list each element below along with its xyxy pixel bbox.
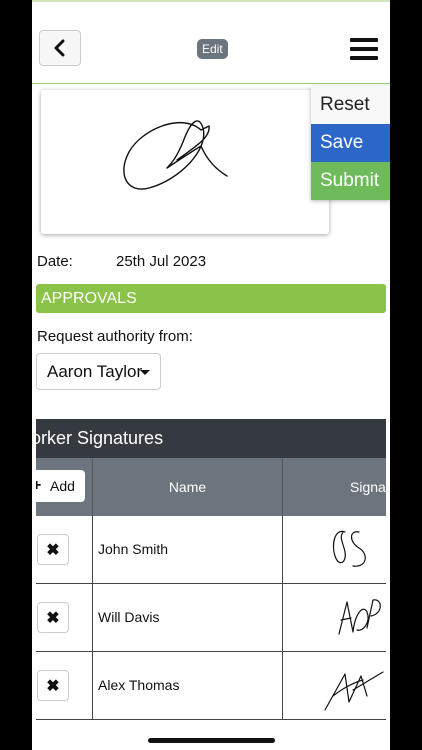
date-label: Date: xyxy=(37,253,73,270)
delete-row-button[interactable]: ✖ xyxy=(37,670,69,701)
signature-image xyxy=(332,530,366,567)
authority-select[interactable]: Aaron Taylor xyxy=(36,353,161,390)
back-button[interactable] xyxy=(39,30,81,66)
delete-cell: ✖ xyxy=(36,584,92,651)
delete-row-button[interactable]: ✖ xyxy=(37,534,69,565)
caret-down-icon xyxy=(140,370,150,375)
add-label: Add xyxy=(50,478,75,494)
worker-signatures-title: orker Signatures xyxy=(36,428,164,448)
add-worker-button[interactable]: + Add xyxy=(36,470,85,502)
submit-button[interactable]: Submit xyxy=(311,162,390,200)
chevron-left-icon xyxy=(54,39,65,57)
hamburger-icon-bar xyxy=(350,56,378,60)
hamburger-icon xyxy=(350,38,378,42)
close-icon: ✖ xyxy=(46,541,60,559)
home-indicator xyxy=(148,738,275,743)
worker-signatures-header: orker Signatures xyxy=(36,419,386,458)
worker-name: Alex Thomas xyxy=(92,652,283,719)
signature-image xyxy=(324,671,384,711)
worker-name: John Smith xyxy=(92,516,283,583)
reset-button[interactable]: Reset xyxy=(311,86,390,124)
worker-signature[interactable] xyxy=(283,652,386,719)
signature-image xyxy=(338,599,381,635)
worker-signature[interactable] xyxy=(283,584,386,651)
worker-signature[interactable] xyxy=(283,516,386,583)
signature-pad[interactable] xyxy=(41,90,329,234)
delete-cell: ✖ xyxy=(36,652,92,719)
top-bar: Edit xyxy=(32,0,390,84)
worker-name: Will Davis xyxy=(92,584,283,651)
authority-selected-value: Aaron Taylor xyxy=(47,362,143,381)
request-authority-label: Request authority from: xyxy=(37,328,193,345)
screen: Edit Reset Save Submit Date: 25th Jul 20… xyxy=(32,0,390,750)
close-icon: ✖ xyxy=(46,677,60,695)
table-row: ✖ Will Davis xyxy=(36,584,386,652)
plus-icon: + xyxy=(36,477,42,494)
column-header-name: Name xyxy=(92,458,283,516)
close-icon: ✖ xyxy=(46,609,60,627)
column-header-signature: Signature xyxy=(350,479,386,495)
hamburger-icon-bar xyxy=(350,47,378,51)
table-header-row: + Add Name Signature xyxy=(36,458,386,516)
approvals-header: APPROVALS xyxy=(36,284,386,313)
save-button[interactable]: Save xyxy=(311,124,390,162)
delete-row-button[interactable]: ✖ xyxy=(37,602,69,633)
delete-cell: ✖ xyxy=(36,516,92,583)
table-row: ✖ John Smith xyxy=(36,516,386,584)
drawn-signature xyxy=(123,120,228,190)
worker-rows: ✖ John Smith ✖ Will Davis ✖ Alex Thomas xyxy=(36,516,386,720)
table-row: ✖ Alex Thomas xyxy=(36,652,386,720)
action-menu: Reset Save Submit xyxy=(311,86,390,200)
edit-badge[interactable]: Edit xyxy=(197,39,228,59)
menu-button[interactable] xyxy=(350,38,378,60)
date-value: 25th Jul 2023 xyxy=(116,253,207,270)
